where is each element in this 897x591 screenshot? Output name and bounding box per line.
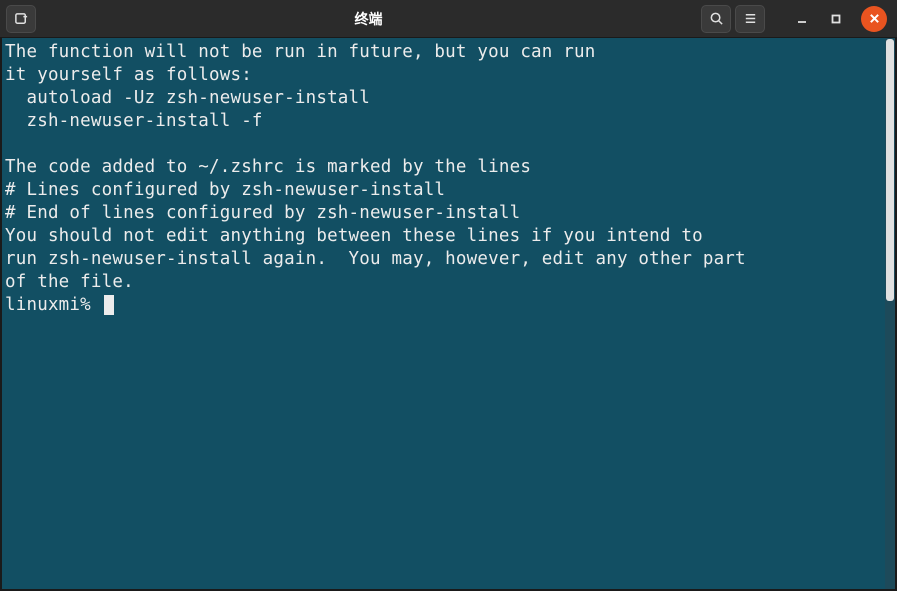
maximize-icon bbox=[830, 13, 842, 25]
terminal-line: # Lines configured by zsh-newuser-instal… bbox=[5, 179, 882, 202]
terminal-area[interactable]: The function will not be run in future, … bbox=[2, 38, 895, 589]
minimize-button[interactable] bbox=[787, 5, 817, 33]
terminal-line: of the file. bbox=[5, 271, 882, 294]
terminal-line: The code added to ~/.zshrc is marked by … bbox=[5, 156, 882, 179]
prompt-text: linuxmi% bbox=[5, 295, 102, 315]
terminal-line bbox=[5, 133, 882, 156]
search-icon bbox=[709, 11, 724, 26]
new-tab-icon bbox=[14, 11, 29, 26]
terminal-line: The function will not be run in future, … bbox=[5, 41, 882, 64]
prompt-line: linuxmi% bbox=[5, 294, 882, 317]
terminal-content[interactable]: The function will not be run in future, … bbox=[2, 38, 885, 589]
titlebar-left bbox=[6, 5, 36, 33]
new-tab-button[interactable] bbox=[6, 5, 36, 33]
minimize-icon bbox=[796, 13, 808, 25]
window-title: 终端 bbox=[36, 9, 701, 29]
close-button[interactable] bbox=[861, 6, 887, 32]
terminal-line: autoload -Uz zsh-newuser-install bbox=[5, 87, 882, 110]
cursor bbox=[104, 295, 114, 315]
terminal-line: zsh-newuser-install -f bbox=[5, 110, 882, 133]
scrollbar-thumb[interactable] bbox=[886, 39, 894, 301]
maximize-button[interactable] bbox=[821, 5, 851, 33]
hamburger-icon bbox=[743, 11, 758, 26]
scrollbar[interactable] bbox=[885, 38, 895, 589]
menu-button[interactable] bbox=[735, 5, 765, 33]
close-icon bbox=[869, 13, 880, 24]
search-button[interactable] bbox=[701, 5, 731, 33]
terminal-line: # End of lines configured by zsh-newuser… bbox=[5, 202, 882, 225]
terminal-line: You should not edit anything between the… bbox=[5, 225, 882, 248]
terminal-line: run zsh-newuser-install again. You may, … bbox=[5, 248, 882, 271]
terminal-line: it yourself as follows: bbox=[5, 64, 882, 87]
titlebar: 终端 bbox=[0, 0, 897, 38]
titlebar-right bbox=[701, 5, 891, 33]
